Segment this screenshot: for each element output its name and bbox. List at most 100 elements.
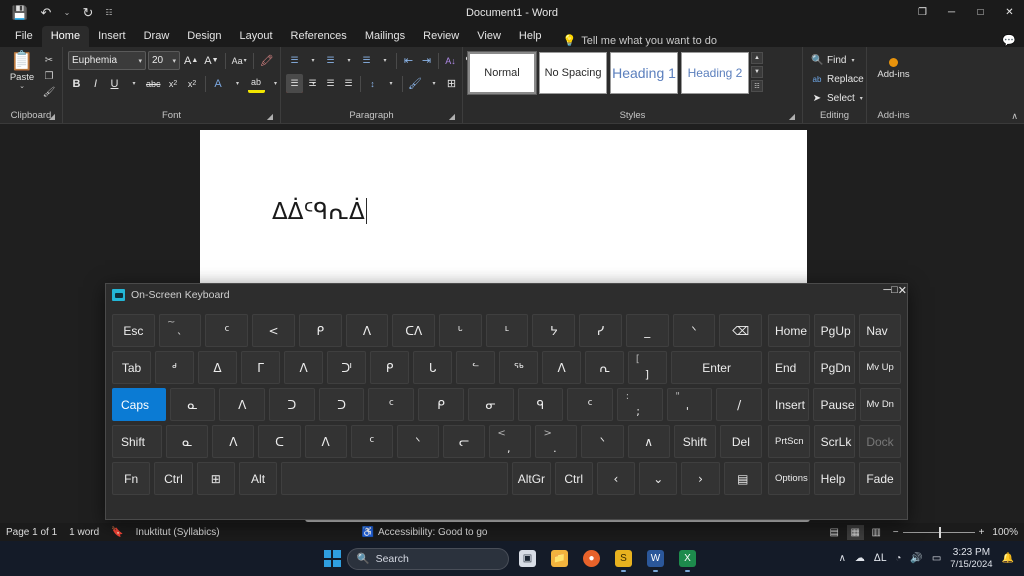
- key-sym-r1c10[interactable]: ᐱ: [542, 351, 581, 384]
- taskbar-app-file-explorer[interactable]: 📁: [547, 546, 573, 572]
- key-sym-r2c2[interactable]: ᐱ: [219, 388, 265, 421]
- key-enter-r1c13[interactable]: Enter: [671, 351, 762, 384]
- strikethrough-button[interactable]: abc: [144, 74, 163, 93]
- read-mode-button[interactable]: ▤: [826, 525, 843, 540]
- multilevel-dropdown[interactable]: ▾: [376, 51, 393, 70]
- zoom-thumb[interactable]: [939, 527, 941, 538]
- subscript-button[interactable]: x2: [165, 74, 182, 93]
- numbering-dropdown[interactable]: ▾: [340, 51, 357, 70]
- taskbar-app-word[interactable]: W: [643, 546, 669, 572]
- tab-design[interactable]: Design: [178, 26, 230, 47]
- navkey-nav[interactable]: Nav: [859, 314, 901, 347]
- chevron-down-icon[interactable]: ▾: [851, 57, 854, 64]
- key-sym-r3c1[interactable]: ᓇ: [166, 425, 208, 458]
- zoom-in-button[interactable]: +: [979, 527, 985, 538]
- key-sym-r0c8[interactable]: ᒻ: [486, 314, 529, 347]
- style-normal[interactable]: Normal: [468, 52, 536, 94]
- key-tab-r1c0[interactable]: Tab: [112, 351, 151, 384]
- key-sym-r3c5[interactable]: ᑦ: [351, 425, 393, 458]
- key-fn-r4c0[interactable]: Fn: [112, 462, 150, 495]
- font-name-input[interactable]: Euphemia ▾: [68, 51, 146, 70]
- word-count[interactable]: 1 word: [69, 527, 99, 538]
- align-right-button[interactable]: ☰: [322, 74, 339, 93]
- navkey-insert[interactable]: Insert: [768, 388, 809, 421]
- key-sym-r4c7[interactable]: ‹: [597, 462, 635, 495]
- styles-dialog-launcher[interactable]: ◢: [789, 110, 795, 124]
- key-sym-r0c4[interactable]: ᑭ: [299, 314, 342, 347]
- clear-formatting-icon[interactable]: 🖍: [258, 51, 276, 70]
- align-left-button[interactable]: ☰: [286, 74, 303, 93]
- key-space-r4c4[interactable]: [281, 462, 508, 495]
- comments-icon[interactable]: 💬: [1002, 34, 1016, 47]
- chevron-down-icon[interactable]: ▾: [860, 95, 863, 102]
- navkey-pgup[interactable]: PgUp: [814, 314, 856, 347]
- zoom-out-button[interactable]: −: [893, 527, 899, 538]
- format-painter-icon[interactable]: 🖌: [41, 85, 57, 100]
- replace-button[interactable]: ab Replace: [808, 71, 867, 88]
- key-del-r3c13[interactable]: Del: [720, 425, 762, 458]
- key-alt-r4c3[interactable]: Alt: [239, 462, 277, 495]
- underline-button[interactable]: U: [106, 74, 123, 93]
- key-sym-r1c8[interactable]: ᓪ: [456, 351, 495, 384]
- numbering-button[interactable]: ☰: [322, 51, 339, 70]
- chevron-down-icon[interactable]: ▾: [172, 57, 176, 65]
- key-sym-r0c12[interactable]: ᐠ: [673, 314, 716, 347]
- ribbon-display-options-icon[interactable]: ❐: [908, 0, 937, 25]
- bullets-button[interactable]: ☰: [286, 51, 303, 70]
- tab-mailings[interactable]: Mailings: [356, 26, 414, 47]
- key-caps-r2c0[interactable]: Caps: [112, 388, 166, 421]
- key-sym-r3c3[interactable]: ᑕ: [258, 425, 300, 458]
- key-sym-r1c7[interactable]: ᒐ: [413, 351, 452, 384]
- shading-button[interactable]: 🖌: [406, 74, 424, 93]
- key-sym-r1c5[interactable]: ᑩ: [327, 351, 366, 384]
- key-sym-r0c9[interactable]: ᔭ: [532, 314, 575, 347]
- font-size-input[interactable]: 20 ▾: [148, 51, 180, 70]
- justify-button[interactable]: ☰: [340, 74, 357, 93]
- key-sym-r3c11[interactable]: ∧: [628, 425, 670, 458]
- key-sym-r2c11[interactable]: "': [667, 388, 713, 421]
- redo-icon[interactable]: ↻: [76, 3, 100, 23]
- tab-layout[interactable]: Layout: [231, 26, 282, 47]
- shading-dropdown[interactable]: ▾: [425, 74, 442, 93]
- key-ctrl-r4c1[interactable]: Ctrl: [154, 462, 192, 495]
- key-sym-r2c7[interactable]: ᓂ: [468, 388, 514, 421]
- sort-button[interactable]: A↓: [442, 51, 459, 70]
- key-sym-r2c5[interactable]: ᑦ: [368, 388, 414, 421]
- collapse-ribbon-icon[interactable]: ∧: [1011, 111, 1018, 122]
- zoom-level[interactable]: 100%: [992, 527, 1018, 538]
- copy-icon[interactable]: ❐: [41, 69, 57, 84]
- key-sym-r4c10[interactable]: ▤: [724, 462, 762, 495]
- style-heading-2[interactable]: Heading 2: [681, 52, 749, 94]
- osk-minimize-button[interactable]: ─: [883, 284, 891, 306]
- text-effects-button[interactable]: A: [210, 74, 227, 93]
- navkey-end[interactable]: End: [768, 351, 810, 384]
- grow-font-button[interactable]: A▲: [182, 51, 200, 70]
- tab-references[interactable]: References: [282, 26, 356, 47]
- styles-scroll-down[interactable]: ▼: [751, 66, 763, 78]
- key-sym-r1c3[interactable]: ᒥ: [241, 351, 280, 384]
- key-sym-r2c4[interactable]: ᑐ: [319, 388, 365, 421]
- paragraph-dialog-launcher[interactable]: ◢: [449, 110, 455, 124]
- key-sym-r0c6[interactable]: ᑕᐱ: [392, 314, 435, 347]
- key-sym-r2c1[interactable]: ᓇ: [170, 388, 216, 421]
- style-no-spacing[interactable]: No Spacing: [539, 52, 607, 94]
- key-sym-r0c10[interactable]: ᓯ: [579, 314, 622, 347]
- bullets-dropdown[interactable]: ▾: [304, 51, 321, 70]
- clipboard-dialog-launcher[interactable]: ◢: [49, 110, 55, 124]
- tab-home[interactable]: Home: [42, 26, 89, 47]
- key-shift-r3c12[interactable]: Shift: [674, 425, 716, 458]
- tab-draw[interactable]: Draw: [135, 26, 179, 47]
- styles-more[interactable]: ☷: [751, 80, 763, 92]
- key-sym-r1c11[interactable]: ᕆ: [585, 351, 624, 384]
- taskbar-app-sublime-text[interactable]: S: [611, 546, 637, 572]
- navkey-mv-up[interactable]: Mv Up: [859, 351, 901, 384]
- print-layout-button[interactable]: ▦: [847, 525, 864, 540]
- osk-maximize-button[interactable]: □: [891, 284, 898, 306]
- page-count[interactable]: Page 1 of 1: [6, 527, 57, 538]
- addins-button[interactable]: Add-ins: [872, 50, 915, 80]
- close-button[interactable]: ✕: [995, 0, 1024, 25]
- tab-file[interactable]: File: [6, 26, 42, 47]
- multilevel-list-button[interactable]: ☰: [358, 51, 375, 70]
- key-shift-r3c0[interactable]: Shift: [112, 425, 162, 458]
- key-sym-r3c6[interactable]: ᐠ: [397, 425, 439, 458]
